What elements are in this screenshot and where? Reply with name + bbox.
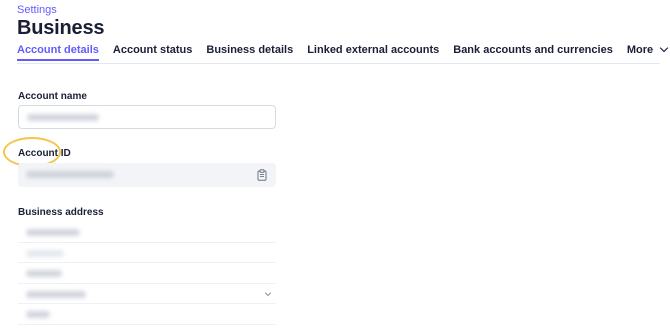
- tab-bar: Account details Account status Business …: [17, 44, 669, 64]
- settings-page: Settings Business Account details Accoun…: [0, 0, 670, 330]
- redacted-value: [26, 290, 86, 298]
- tab-label: Account status: [112, 44, 193, 56]
- clipboard-icon[interactable]: [257, 169, 267, 181]
- tab-account-details[interactable]: Account details: [17, 44, 99, 61]
- tab-bank-accounts-and-currencies[interactable]: Bank accounts and currencies: [453, 44, 613, 59]
- chevron-down-icon: [659, 47, 669, 53]
- tab-more[interactable]: More: [627, 44, 669, 59]
- redacted-value: [26, 270, 62, 277]
- postal-code-input[interactable]: [18, 304, 276, 325]
- breadcrumb-settings[interactable]: Settings: [17, 4, 57, 16]
- business-address-label: Business address: [18, 207, 104, 218]
- tab-label: Business details: [206, 44, 294, 56]
- tab-label: Bank accounts and currencies: [453, 44, 613, 56]
- redacted-value: [26, 311, 50, 318]
- redacted-value: [27, 114, 99, 121]
- page-title: Business: [17, 17, 105, 39]
- account-name-input[interactable]: [18, 105, 276, 129]
- chevron-down-icon: [264, 291, 272, 296]
- account-name-label: Account name: [18, 91, 87, 102]
- tab-label: Account details: [17, 44, 99, 56]
- redacted-value: [26, 171, 114, 178]
- address-line-1-input[interactable]: [18, 222, 276, 243]
- state-select[interactable]: [18, 284, 276, 304]
- account-id-field: [18, 163, 276, 187]
- tab-business-details[interactable]: Business details: [206, 44, 293, 59]
- business-address-fields: [18, 222, 276, 325]
- tab-label: More: [626, 44, 654, 56]
- tab-linked-external-accounts[interactable]: Linked external accounts: [307, 44, 439, 59]
- address-line-2-input[interactable]: [18, 243, 276, 263]
- account-id-label: Account ID: [18, 148, 71, 159]
- city-input[interactable]: [18, 263, 276, 284]
- tab-label: Linked external accounts: [307, 44, 440, 56]
- redacted-value: [26, 229, 80, 236]
- tab-account-status[interactable]: Account status: [113, 44, 192, 59]
- redacted-value: [26, 249, 64, 257]
